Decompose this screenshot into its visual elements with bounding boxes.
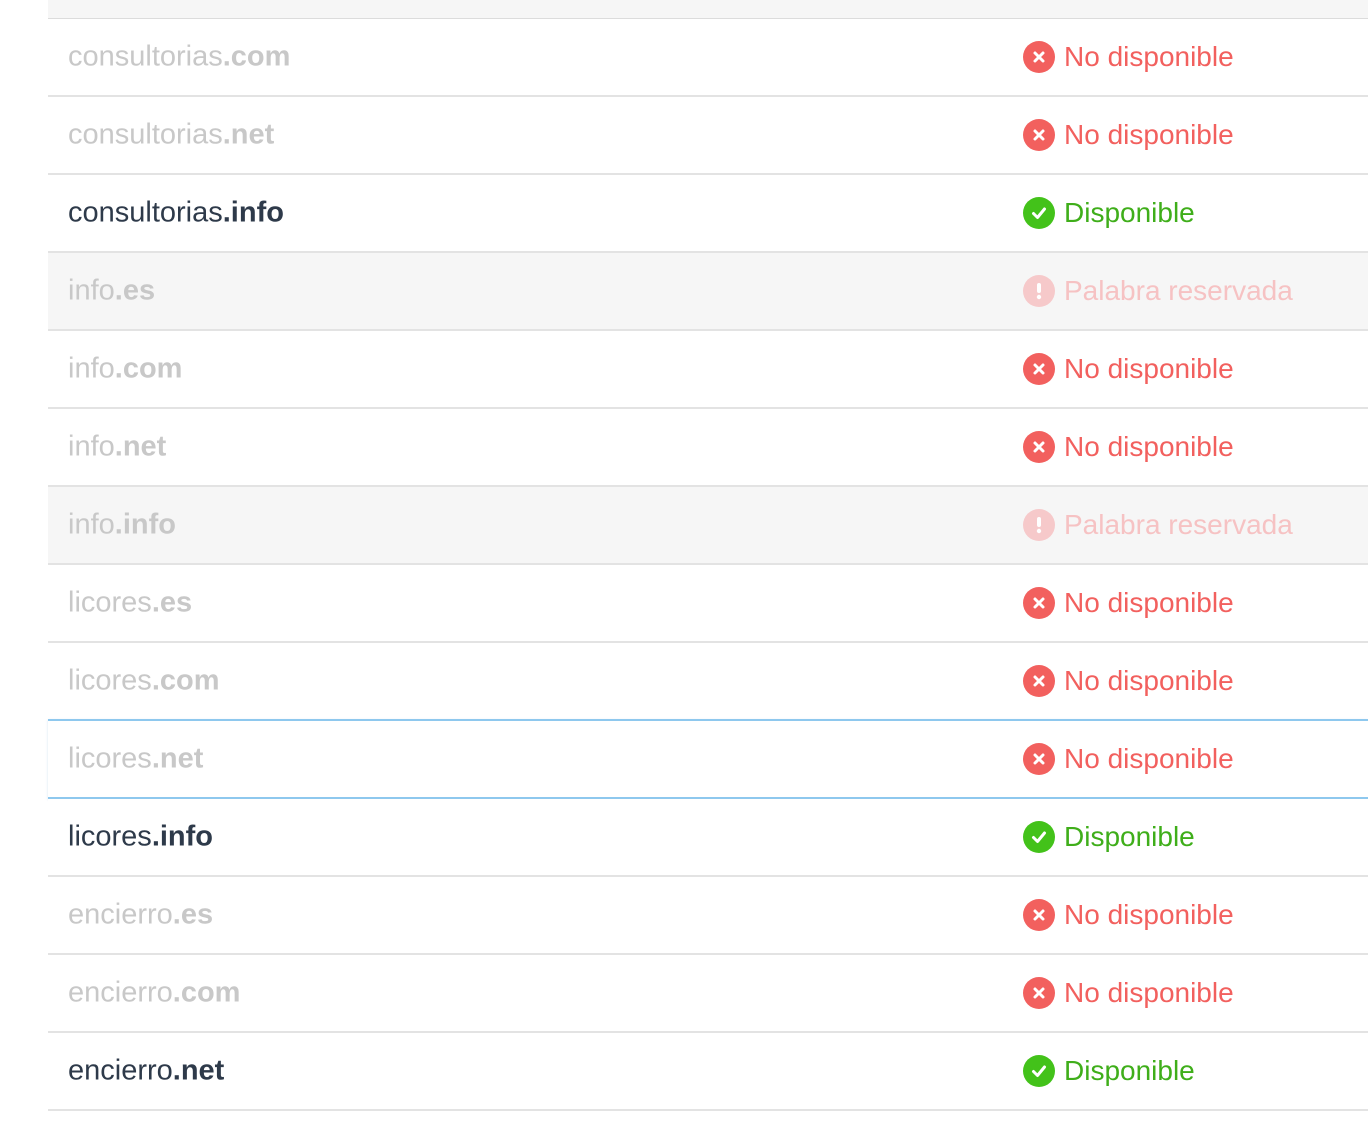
- domain-row[interactable]: licores.info Disponible: [48, 799, 1368, 877]
- domain-tld: .com: [114, 352, 183, 385]
- status-indicator: No disponible: [1023, 353, 1234, 385]
- domain-name: consultorias.info: [68, 196, 284, 229]
- domain-row[interactable]: consultorias.com No disponible: [48, 19, 1368, 97]
- status-indicator: No disponible: [1023, 587, 1234, 619]
- domain-tld: .es: [114, 274, 156, 307]
- status-indicator: No disponible: [1023, 977, 1234, 1009]
- domain-tld: .es: [172, 898, 214, 931]
- status-indicator: No disponible: [1023, 743, 1234, 775]
- domain-row[interactable]: info.info Palabra reservada: [48, 487, 1368, 565]
- domain-tld: .info: [222, 196, 284, 229]
- status-label: No disponible: [1064, 977, 1234, 1008]
- domain-tld: .net: [222, 118, 275, 151]
- domain-name: info.com: [68, 352, 183, 385]
- domain-name: consultorias.net: [68, 118, 275, 151]
- status-indicator: No disponible: [1023, 431, 1234, 463]
- domain-tld: .com: [172, 976, 241, 1009]
- x-circle-icon: [1023, 353, 1055, 385]
- status-label: Disponible: [1064, 1055, 1195, 1086]
- x-circle-icon: [1023, 743, 1055, 775]
- x-circle-icon: [1023, 899, 1055, 931]
- status-indicator: Palabra reservada: [1023, 275, 1293, 307]
- domain-tld: .net: [151, 742, 204, 775]
- domain-name: consultorias.com: [68, 40, 291, 73]
- status-label: No disponible: [1064, 899, 1234, 930]
- domain-row[interactable]: licores.com No disponible: [48, 643, 1368, 721]
- domain-row[interactable]: encierro.net Disponible: [48, 1033, 1368, 1111]
- domain-row[interactable]: licores.es No disponible: [48, 565, 1368, 643]
- exclamation-circle-icon: [1023, 509, 1055, 541]
- check-circle-icon: [1023, 197, 1055, 229]
- domain-name: encierro.net: [68, 1054, 225, 1087]
- domain-name: licores.info: [68, 820, 214, 853]
- domain-name: info.net: [68, 430, 167, 463]
- status-indicator: Disponible: [1023, 821, 1195, 853]
- domain-tld: .info: [151, 820, 214, 853]
- status-label: No disponible: [1064, 431, 1234, 462]
- x-circle-icon: [1023, 977, 1055, 1009]
- domain-name: encierro.es: [68, 898, 214, 931]
- status-indicator: No disponible: [1023, 41, 1234, 73]
- domain-name: licores.es: [68, 586, 193, 619]
- exclamation-circle-icon: [1023, 275, 1055, 307]
- status-label: No disponible: [1064, 119, 1234, 150]
- domain-row[interactable]: info.net No disponible: [48, 409, 1368, 487]
- domain-row[interactable]: consultorias.info Disponible: [48, 175, 1368, 253]
- domain-tld: .com: [151, 664, 220, 697]
- status-indicator: No disponible: [1023, 899, 1234, 931]
- domain-row[interactable]: encierro.es No disponible: [48, 877, 1368, 955]
- domain-row[interactable]: info.com No disponible: [48, 331, 1368, 409]
- domain-name: info.info: [68, 508, 176, 541]
- status-label: Palabra reservada: [1064, 275, 1293, 306]
- domain-row[interactable]: consultorias.net No disponible: [48, 97, 1368, 175]
- status-indicator: Disponible: [1023, 1055, 1195, 1087]
- domain-name: licores.com: [68, 664, 220, 697]
- previous-row-edge: [48, 0, 1368, 19]
- domain-row[interactable]: licores.net No disponible: [48, 719, 1368, 799]
- domain-tld: .info: [114, 508, 176, 541]
- x-circle-icon: [1023, 587, 1055, 619]
- x-circle-icon: [1023, 119, 1055, 151]
- status-label: Palabra reservada: [1064, 509, 1293, 540]
- x-circle-icon: [1023, 41, 1055, 73]
- domain-row[interactable]: encierro.com No disponible: [48, 955, 1368, 1033]
- domain-name: info.es: [68, 274, 156, 307]
- domain-name: licores.net: [68, 742, 204, 775]
- status-label: No disponible: [1064, 587, 1234, 618]
- domain-name: encierro.com: [68, 976, 241, 1009]
- domain-tld: .net: [172, 1054, 225, 1087]
- domain-tld: .com: [222, 40, 291, 73]
- check-circle-icon: [1023, 821, 1055, 853]
- status-label: No disponible: [1064, 353, 1234, 384]
- status-label: No disponible: [1064, 665, 1234, 696]
- domain-row[interactable]: info.es Palabra reservada: [48, 253, 1368, 331]
- domain-results-list: consultorias.com No disponible consultori…: [48, 19, 1368, 1111]
- x-circle-icon: [1023, 431, 1055, 463]
- domain-tld: .es: [151, 586, 193, 619]
- check-circle-icon: [1023, 1055, 1055, 1087]
- status-indicator: Disponible: [1023, 197, 1195, 229]
- status-label: No disponible: [1064, 743, 1234, 774]
- x-circle-icon: [1023, 665, 1055, 697]
- status-label: No disponible: [1064, 41, 1234, 72]
- status-indicator: Palabra reservada: [1023, 509, 1293, 541]
- status-label: Disponible: [1064, 197, 1195, 228]
- status-label: Disponible: [1064, 821, 1195, 852]
- status-indicator: No disponible: [1023, 665, 1234, 697]
- domain-tld: .net: [114, 430, 167, 463]
- status-indicator: No disponible: [1023, 119, 1234, 151]
